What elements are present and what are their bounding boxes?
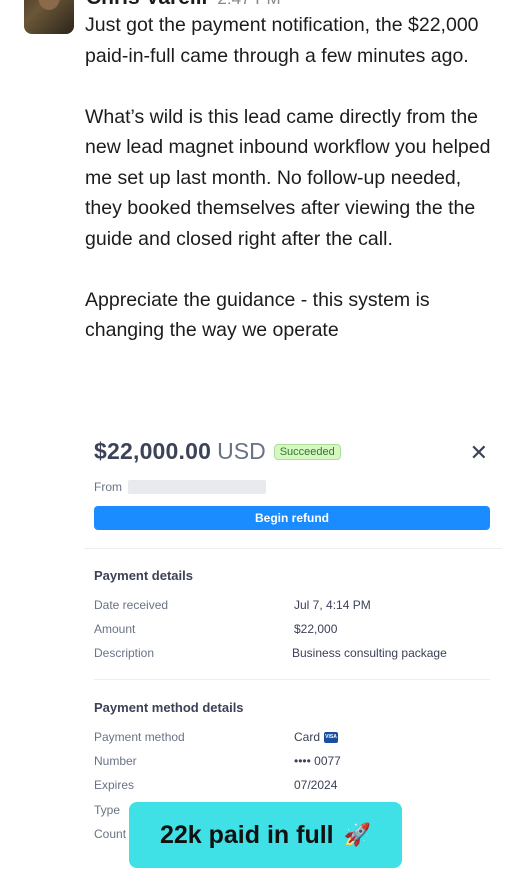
method-label: Count xyxy=(94,827,127,841)
detail-value: Jul 7, 4:14 PM xyxy=(294,598,371,612)
payment-amount: $22,000.00 xyxy=(94,438,212,464)
visa-icon: VISA xyxy=(324,732,339,744)
sender-avatar[interactable] xyxy=(24,0,74,34)
method-value: •••• 0077 xyxy=(294,754,341,768)
payment-details-title: Payment details xyxy=(94,568,193,583)
caption-text: 22k paid in full xyxy=(159,820,334,849)
caption-overlay: 22k paid in full 🚀 xyxy=(129,802,402,868)
detail-label: Date received xyxy=(94,598,169,612)
sender-name-text: Chris Varelli xyxy=(86,0,207,9)
sender-name[interactable]: Chris Varelli 2:47 PM xyxy=(86,0,281,10)
method-label: Type xyxy=(94,803,121,817)
detail-value: Business consulting package xyxy=(292,646,447,660)
message-paragraph: Appreciate the guidance - this system is… xyxy=(85,288,430,342)
from-label: From xyxy=(94,480,122,494)
begin-refund-button[interactable]: Begin refund xyxy=(94,506,490,530)
close-icon[interactable]: ✕ xyxy=(470,442,488,464)
method-label: Expires xyxy=(94,778,135,792)
divider xyxy=(84,548,502,549)
detail-value: $22,000 xyxy=(294,622,338,636)
message-paragraph: What’s wild is this lead came directly f… xyxy=(85,105,491,250)
payment-method-title: Payment method details xyxy=(94,700,244,715)
payment-currency: USD xyxy=(217,438,266,464)
method-value: 07/2024 xyxy=(294,778,338,792)
method-value: Card VISA xyxy=(294,730,339,744)
payment-header: $22,000.00 USD Succeeded xyxy=(94,438,341,465)
message-time: 2:47 PM xyxy=(217,0,280,8)
method-label: Number xyxy=(94,754,137,768)
message-body: Just got the payment notification, the $… xyxy=(85,10,495,346)
detail-label: Amount xyxy=(94,622,136,636)
rocket-icon: 🚀 xyxy=(343,822,372,847)
from-row: From xyxy=(94,480,266,494)
redacted-customer xyxy=(128,480,266,494)
status-badge: Succeeded xyxy=(273,443,341,460)
message-paragraph: Just got the payment notification, the $… xyxy=(85,14,479,67)
divider xyxy=(94,679,490,680)
card-type-text: Card xyxy=(294,730,321,744)
detail-label: Description xyxy=(94,646,155,660)
method-label: Payment method xyxy=(94,730,185,744)
